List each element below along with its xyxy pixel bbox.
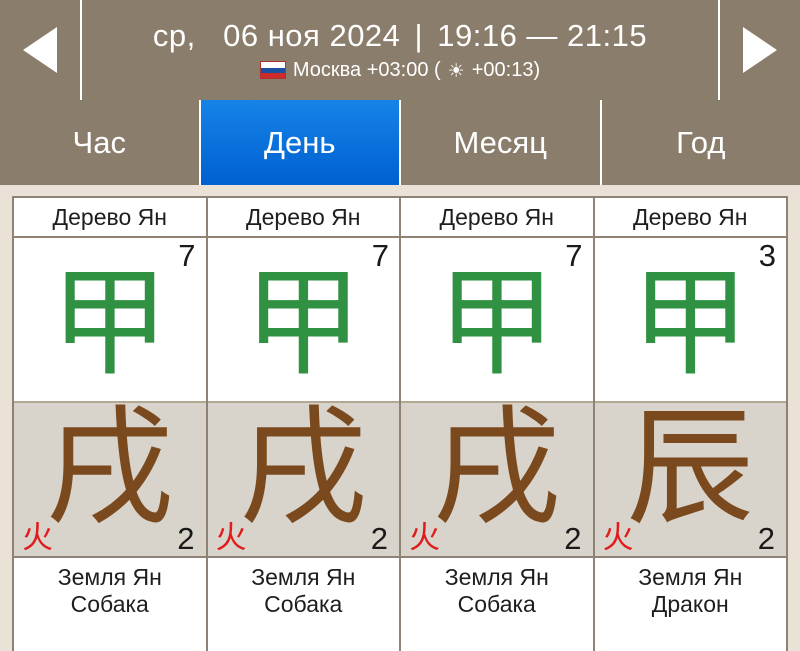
branch-label-line1: Земля Ян bbox=[57, 564, 162, 590]
heavenly-stem-glyph: 甲 bbox=[244, 254, 363, 392]
previous-day-button[interactable] bbox=[0, 0, 82, 100]
branch-glyph-cell: 戌 火 2 bbox=[207, 403, 399, 558]
branch-number: 2 bbox=[370, 521, 388, 556]
stem-glyph-cell: 3 甲 bbox=[594, 238, 786, 403]
earthly-branch-glyph: 戌 bbox=[432, 403, 561, 543]
russia-flag-icon bbox=[259, 61, 286, 80]
location-line: Москва +03:00 ( ☀ +00:13) bbox=[259, 58, 541, 82]
tab-hour[interactable]: Час bbox=[0, 100, 201, 185]
branch-number: 2 bbox=[564, 521, 582, 556]
bazi-chart-screen: ср, 06 ноя 2024 | 19:16 — 21:15 Москва +… bbox=[0, 0, 800, 651]
tab-label: Месяц bbox=[453, 124, 547, 160]
stem-label-cell: Дерево Ян bbox=[207, 198, 399, 238]
pillar-column[interactable]: Дерево Ян 7 甲 戌 火 2 Земля Ян Собака bbox=[207, 198, 401, 651]
stem-label-cell: Дерево Ян bbox=[14, 198, 206, 238]
heavenly-stem-glyph: 甲 bbox=[50, 254, 169, 392]
branch-glyph-cell: 戌 火 2 bbox=[14, 403, 206, 558]
header-separator: | bbox=[414, 18, 424, 54]
tab-label: Год bbox=[676, 124, 726, 160]
solar-offset-label: +00:13) bbox=[471, 58, 541, 81]
date-label: 06 ноя 2024 bbox=[223, 18, 401, 54]
date-time-line: ср, 06 ноя 2024 | 19:16 — 21:15 bbox=[152, 18, 648, 54]
branch-number: 2 bbox=[177, 521, 195, 556]
tab-year[interactable]: Год bbox=[601, 100, 800, 185]
sun-icon: ☀ bbox=[447, 60, 465, 82]
stem-label: Дерево Ян bbox=[246, 203, 361, 230]
branch-label-line1: Земля Ян bbox=[638, 564, 743, 590]
earthly-branch-glyph: 戌 bbox=[45, 403, 174, 543]
tab-day[interactable]: День bbox=[200, 100, 401, 185]
pillar-column[interactable]: Дерево Ян 7 甲 戌 火 2 Земля Ян Собака bbox=[401, 198, 595, 651]
stem-label-cell: Дерево Ян bbox=[594, 198, 786, 238]
branch-number: 2 bbox=[757, 521, 775, 556]
period-tab-bar: Час День Месяц Год bbox=[0, 100, 800, 185]
earthly-branch-glyph: 辰 bbox=[626, 403, 755, 543]
tab-label: День bbox=[263, 124, 336, 160]
pillar-column[interactable]: Дерево Ян 3 甲 辰 火 2 Земля Ян Дракон bbox=[594, 198, 786, 651]
stem-label: Дерево Ян bbox=[633, 203, 748, 230]
four-pillars-table: Дерево Ян 7 甲 戌 火 2 Земля Ян Собака Дере… bbox=[12, 196, 788, 651]
triangle-right-icon bbox=[743, 27, 777, 73]
tab-month[interactable]: Месяц bbox=[401, 100, 602, 185]
branch-label-line1: Земля Ян bbox=[251, 564, 356, 590]
branch-label-cell: Земля Ян Дракон bbox=[594, 558, 786, 651]
stem-label-cell: Дерево Ян bbox=[401, 198, 593, 238]
branch-label-line2: Собака bbox=[457, 591, 536, 618]
location-label: Москва +03:00 ( bbox=[292, 58, 441, 81]
branch-element-glyph: 火 bbox=[22, 520, 53, 556]
branch-label-cell: Земля Ян Собака bbox=[401, 558, 593, 651]
branch-glyph-cell: 戌 火 2 bbox=[401, 403, 593, 558]
branch-label-line2: Собака bbox=[70, 591, 149, 618]
tab-label: Час bbox=[72, 124, 126, 160]
branch-element-glyph: 火 bbox=[215, 520, 247, 556]
header-date-block[interactable]: ср, 06 ноя 2024 | 19:16 — 21:15 Москва +… bbox=[82, 0, 718, 100]
header-bar: ср, 06 ноя 2024 | 19:16 — 21:15 Москва +… bbox=[0, 0, 800, 100]
heavenly-stem-glyph: 甲 bbox=[437, 254, 556, 392]
next-day-button[interactable] bbox=[718, 0, 800, 100]
weekday-label: ср, bbox=[152, 18, 196, 54]
stem-label: Дерево Ян bbox=[52, 203, 167, 230]
branch-label-line2: Собака bbox=[264, 591, 343, 618]
stem-glyph-cell: 7 甲 bbox=[401, 238, 593, 403]
branch-glyph-cell: 辰 火 2 bbox=[594, 403, 786, 558]
earthly-branch-glyph: 戌 bbox=[239, 403, 368, 543]
stem-glyph-cell: 7 甲 bbox=[207, 238, 399, 403]
branch-element-glyph: 火 bbox=[602, 520, 634, 556]
branch-label-cell: Земля Ян Собака bbox=[14, 558, 206, 651]
stem-label: Дерево Ян bbox=[439, 203, 554, 230]
branch-label-line1: Земля Ян bbox=[444, 564, 549, 590]
pillar-column[interactable]: Дерево Ян 7 甲 戌 火 2 Земля Ян Собака bbox=[14, 198, 208, 651]
heavenly-stem-glyph: 甲 bbox=[631, 254, 750, 392]
branch-label-line2: Дракон bbox=[651, 591, 729, 618]
triangle-left-icon bbox=[23, 27, 57, 73]
branch-label-cell: Земля Ян Собака bbox=[207, 558, 399, 651]
branch-element-glyph: 火 bbox=[409, 520, 440, 556]
time-range-label: 19:16 — 21:15 bbox=[437, 18, 648, 54]
stem-glyph-cell: 7 甲 bbox=[14, 238, 206, 403]
